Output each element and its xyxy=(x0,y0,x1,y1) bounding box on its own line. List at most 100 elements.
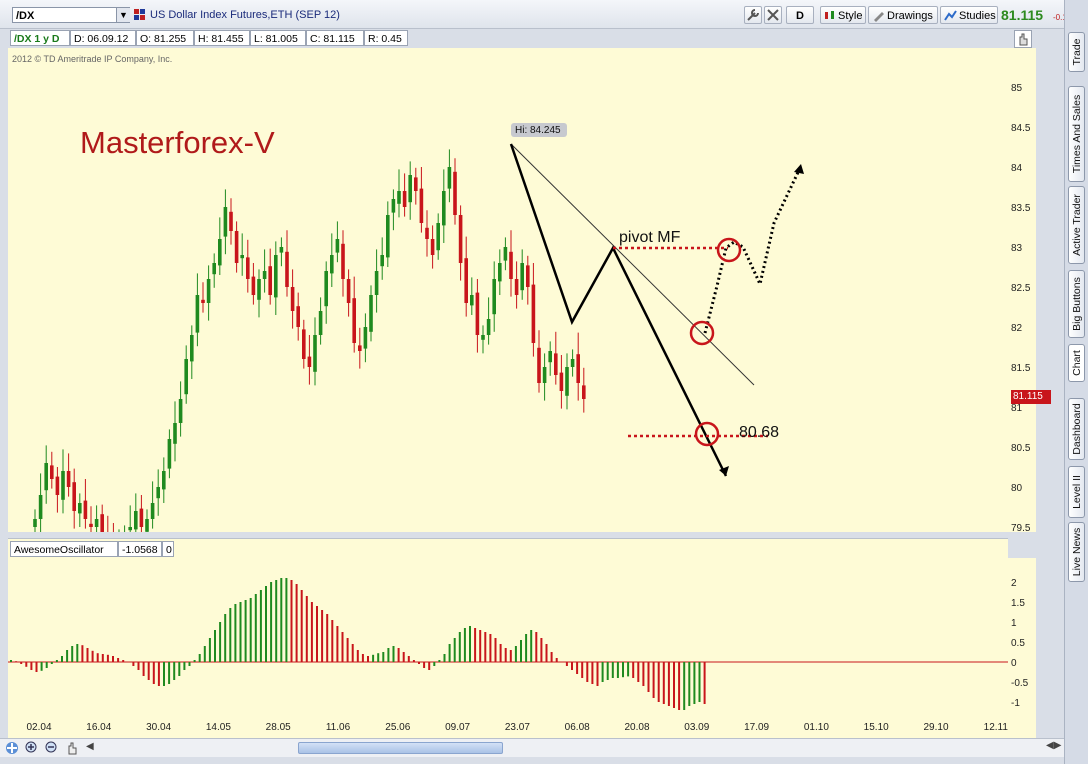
thin-trendline xyxy=(510,143,755,386)
candle-body xyxy=(408,175,412,203)
oscillator-chart[interactable] xyxy=(8,558,1008,714)
price-tick-label: 81 xyxy=(1011,403,1023,414)
candle-body xyxy=(195,295,200,333)
studies-label: Studies xyxy=(959,10,996,22)
style-button[interactable]: Style xyxy=(820,6,866,24)
tab-level-ii[interactable]: Level II xyxy=(1068,466,1085,518)
date-tick-label: 29.10 xyxy=(923,722,948,733)
hand-icon[interactable] xyxy=(64,740,80,756)
candle-body xyxy=(475,292,480,335)
candle-body xyxy=(33,519,37,527)
zigzag-group xyxy=(509,143,729,477)
oscillator-svg xyxy=(8,578,1008,710)
flag-icon xyxy=(133,8,146,21)
candle-body xyxy=(358,345,362,351)
candle-body xyxy=(363,327,368,349)
tab-chart[interactable]: Chart xyxy=(1068,344,1085,382)
candle-body xyxy=(436,223,440,251)
osc-tick-label: 2 xyxy=(1011,578,1017,589)
candle-body xyxy=(509,251,513,279)
date-tick-label: 12.11 xyxy=(984,722,1009,733)
tab-trade[interactable]: Trade xyxy=(1068,32,1085,72)
price-tick-label: 82.5 xyxy=(1011,283,1031,294)
wrench-icon[interactable] xyxy=(744,6,762,24)
d-button[interactable]: D xyxy=(786,6,814,24)
date-tick-label: 25.06 xyxy=(385,722,410,733)
date-axis: 02.04 16.04 30.04 14.05 28.05 11.06 25.06 09.07… xyxy=(8,714,1036,738)
price-tick-label: 79.5 xyxy=(1011,523,1031,532)
candle-body xyxy=(206,279,211,303)
tab-active-trader[interactable]: Active Trader xyxy=(1068,186,1085,264)
candle-body xyxy=(89,523,93,527)
candle-body xyxy=(503,247,508,261)
date-tick-label: 28.05 xyxy=(266,722,291,733)
candle-body xyxy=(559,372,564,391)
tab-live-news[interactable]: Live News xyxy=(1068,522,1085,582)
candle-body xyxy=(464,258,468,303)
candle-body xyxy=(178,399,183,423)
pointer-hand-icon[interactable] xyxy=(1014,30,1032,48)
oscillator-bars-group xyxy=(8,578,1008,710)
price-tag: 81.115 xyxy=(1011,390,1051,404)
target-circle xyxy=(694,421,720,447)
tab-chart-label: Chart xyxy=(1070,350,1083,376)
candle-body xyxy=(212,263,216,275)
candle-body xyxy=(257,279,261,300)
candle-style-icon xyxy=(825,11,834,19)
price-axis-svg: 79.5 80 80.5 81 81.5 82 82.5 83 83.5 84 84.5 85 xyxy=(1011,83,1031,534)
zoom-in-icon[interactable] xyxy=(24,740,40,756)
tab-level-ii-label: Level II xyxy=(1070,475,1083,509)
pivot-label: pivot MF xyxy=(619,229,681,246)
studies-icon xyxy=(944,10,957,21)
drawings-label: Drawings xyxy=(887,10,933,22)
candle-body xyxy=(453,171,457,215)
zoom-out-icon[interactable] xyxy=(44,740,60,756)
candle-body xyxy=(173,423,177,444)
candle-body xyxy=(72,482,76,511)
drawings-button[interactable]: Drawings xyxy=(868,6,938,24)
symbol-dropdown-arrow-icon[interactable]: ▼ xyxy=(116,8,130,22)
style-label: Style xyxy=(838,10,863,22)
candle-body xyxy=(492,279,496,315)
chart-scrollbar[interactable]: ◀ ◀▶ xyxy=(0,738,1064,757)
date-tick-label: 11.06 xyxy=(326,722,351,733)
candle-body xyxy=(486,319,491,335)
price-tick-label: 80 xyxy=(1011,483,1023,494)
candle-body xyxy=(576,354,580,383)
candle-body xyxy=(66,471,71,487)
candle-body xyxy=(55,476,60,495)
candle-body xyxy=(190,335,194,362)
candle-body xyxy=(458,215,463,263)
tools-icon[interactable] xyxy=(764,6,782,24)
candle-body xyxy=(470,295,474,306)
pan-icon[interactable] xyxy=(4,740,20,756)
tab-big-buttons[interactable]: Big Buttons xyxy=(1068,270,1085,338)
candle-body xyxy=(167,439,172,469)
candle-body xyxy=(542,367,547,383)
scroll-left-icon[interactable]: ◀ xyxy=(86,741,98,755)
tab-dashboard[interactable]: Dashboard xyxy=(1068,398,1085,460)
candle-body xyxy=(341,243,345,279)
tab-times-and-sales[interactable]: Times And Sales xyxy=(1068,86,1085,182)
candle-body xyxy=(223,207,228,237)
candle-body xyxy=(290,287,295,311)
candle-body xyxy=(251,276,256,295)
date-tick-label: 03.09 xyxy=(684,722,709,733)
candle-body xyxy=(352,298,356,343)
candle-body xyxy=(548,351,552,363)
candle-body xyxy=(481,335,485,340)
candle-body xyxy=(531,284,536,343)
oscillator-name[interactable]: AwesomeOscillator xyxy=(10,541,118,557)
symbol-input[interactable]: /DX xyxy=(12,7,130,23)
candle-body xyxy=(134,511,138,530)
studies-button[interactable]: Studies xyxy=(940,6,998,24)
scroll-thumb[interactable] xyxy=(298,742,503,754)
tab-big-buttons-label: Big Buttons xyxy=(1070,277,1083,331)
scroll-right-icon[interactable]: ◀▶ xyxy=(1046,740,1062,756)
osc-tick-label: 0 xyxy=(1011,658,1017,669)
candle-body xyxy=(285,251,289,287)
price-chart[interactable]: 2012 © TD Ameritrade IP Company, Inc. Ma… xyxy=(8,48,1008,532)
osc-tick-label: 1.5 xyxy=(1011,598,1025,609)
candle-body xyxy=(145,519,149,532)
candle-body xyxy=(402,191,407,207)
